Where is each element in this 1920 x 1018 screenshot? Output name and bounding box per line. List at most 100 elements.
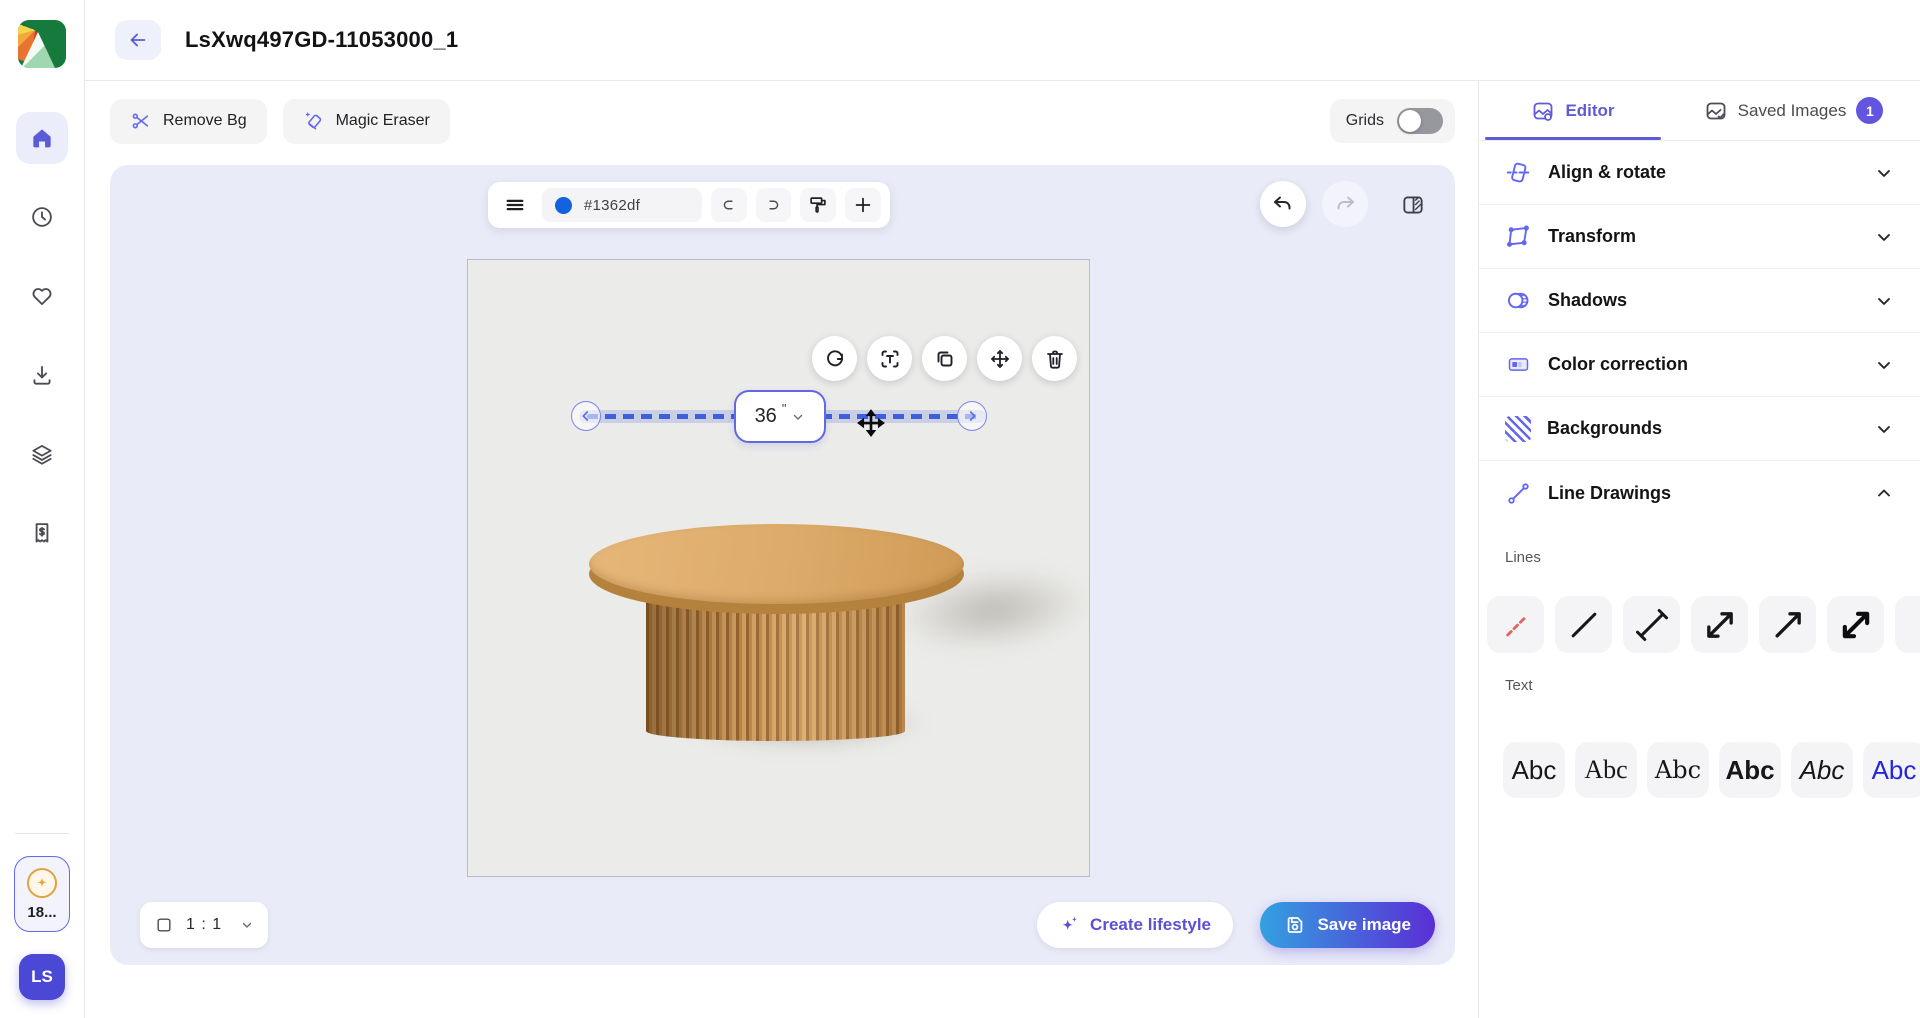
add-button[interactable] — [845, 188, 881, 222]
section-label: Transform — [1548, 226, 1636, 247]
sidebar: 18... LS — [0, 0, 85, 1018]
move-icon — [988, 347, 1012, 371]
measurement-value: 36 — [755, 405, 777, 428]
delete-button[interactable] — [1032, 336, 1077, 381]
tab-saved-images[interactable]: Saved Images 1 — [1667, 81, 1920, 140]
chevron-right-icon — [964, 408, 980, 424]
text-style-sans-medium[interactable]: Abc — [1503, 742, 1565, 798]
undo-button[interactable] — [1260, 181, 1306, 227]
line-style-double-arrow[interactable] — [1691, 596, 1748, 653]
image-edit-icon — [1531, 99, 1555, 123]
sidebar-item-downloads[interactable] — [16, 349, 68, 401]
color-picker-field[interactable]: #1362df — [542, 188, 702, 222]
transform-icon — [1505, 223, 1532, 250]
line-end-cap-button[interactable] — [756, 188, 792, 222]
sidebar-item-history[interactable] — [16, 191, 68, 243]
section-label: Align & rotate — [1548, 162, 1666, 183]
menu-button[interactable] — [497, 188, 533, 222]
chevron-down-icon — [791, 410, 805, 424]
text-style-sans-bold[interactable]: Abc — [1719, 742, 1781, 798]
text-style-sans-blue[interactable]: Abc — [1863, 742, 1920, 798]
text-recognition-button[interactable] — [867, 336, 912, 381]
duplicate-button[interactable] — [922, 336, 967, 381]
create-lifestyle-button[interactable]: Create lifestyle — [1037, 902, 1233, 948]
panel-toggle-button[interactable] — [1394, 186, 1432, 224]
image-canvas[interactable]: 36 " — [467, 259, 1090, 877]
grids-label: Grids — [1346, 112, 1384, 130]
sparkles-icon — [1059, 914, 1081, 936]
app-logo[interactable] — [18, 20, 66, 68]
regenerate-icon — [823, 347, 847, 371]
save-icon — [1284, 914, 1306, 936]
tab-editor-label: Editor — [1565, 101, 1614, 121]
section-color-correction[interactable]: Color correction — [1479, 333, 1920, 397]
text-style-serif[interactable]: Abc — [1575, 742, 1637, 798]
line-style-single-arrow[interactable] — [1759, 596, 1816, 653]
line-style-t-caps[interactable] — [1623, 596, 1680, 653]
regenerate-button[interactable] — [812, 336, 857, 381]
section-shadows[interactable]: Shadows — [1479, 269, 1920, 333]
user-avatar[interactable]: LS — [19, 954, 65, 1000]
content-row: Remove Bg Magic Eraser Grids — [85, 81, 1920, 1018]
chevron-up-icon — [1874, 483, 1894, 503]
section-transform[interactable]: Transform — [1479, 205, 1920, 269]
line-style-plain[interactable] — [1555, 596, 1612, 653]
measurement-handle-right[interactable] — [957, 401, 987, 431]
create-lifestyle-label: Create lifestyle — [1090, 915, 1211, 935]
line-end-cap-icon — [763, 195, 783, 215]
measurement-value-pill[interactable]: 36 " — [734, 390, 826, 443]
sidebar-item-favorites[interactable] — [16, 270, 68, 322]
clock-icon — [29, 204, 55, 230]
credits-badge[interactable]: 18... — [14, 856, 70, 932]
magic-eraser-label: Magic Eraser — [336, 112, 430, 130]
sidebar-item-home[interactable] — [16, 112, 68, 164]
text-style-list: Abc Abc Abc Abc Abc Abc — [1503, 742, 1920, 798]
section-label: Shadows — [1548, 290, 1627, 311]
scissors-icon — [130, 110, 152, 132]
sidebar-divider — [15, 833, 69, 834]
remove-bg-button[interactable]: Remove Bg — [110, 99, 267, 144]
action-row: Remove Bg Magic Eraser Grids — [110, 98, 1455, 144]
redo-icon — [1333, 192, 1357, 216]
text-style-sans-italic[interactable]: Abc — [1791, 742, 1853, 798]
shadows-icon — [1505, 287, 1532, 314]
panel-tabs: Editor Saved Images 1 — [1479, 81, 1920, 141]
save-image-button[interactable]: Save image — [1260, 902, 1435, 948]
redo-button[interactable] — [1322, 181, 1368, 227]
editor-panel: Editor Saved Images 1 Align & — [1478, 81, 1920, 1018]
measurement-handle-left[interactable] — [571, 401, 601, 431]
line-start-cap-icon — [719, 195, 739, 215]
editor-main: Remove Bg Magic Eraser Grids — [85, 81, 1478, 1018]
home-icon — [29, 125, 55, 151]
save-image-label: Save image — [1317, 915, 1411, 935]
magic-eraser-button[interactable]: Magic Eraser — [283, 99, 450, 144]
line-style-clipped[interactable] — [1895, 596, 1920, 653]
copy-icon — [933, 347, 957, 371]
section-line-drawings[interactable]: Line Drawings — [1479, 461, 1920, 525]
layers-icon — [29, 441, 55, 467]
tab-editor[interactable]: Editor — [1479, 81, 1667, 140]
sidebar-item-layers[interactable] — [16, 428, 68, 480]
drawing-toolbar: #1362df — [488, 182, 890, 228]
app-root: 18... LS LsXwq497GD-11053000_1 — [0, 0, 1920, 1018]
line-style-double-arrow-bold[interactable] — [1827, 596, 1884, 653]
grids-toggle[interactable] — [1397, 108, 1443, 134]
undo-icon — [1271, 192, 1295, 216]
line-start-cap-button[interactable] — [711, 188, 747, 222]
text-style-serif-alt[interactable]: Abc — [1647, 742, 1709, 798]
color-swatch — [555, 197, 572, 214]
chevron-left-icon — [578, 408, 594, 424]
line-style-dashed-red[interactable] — [1487, 596, 1544, 653]
back-button[interactable] — [115, 20, 161, 60]
move-button[interactable] — [977, 336, 1022, 381]
line-style-list — [1487, 596, 1920, 653]
section-align-rotate[interactable]: Align & rotate — [1479, 141, 1920, 205]
aspect-ratio-dropdown[interactable]: 1 : 1 — [140, 902, 268, 948]
sidebar-item-billing[interactable] — [16, 507, 68, 559]
chevron-down-icon — [1874, 163, 1894, 183]
section-backgrounds[interactable]: Backgrounds — [1479, 397, 1920, 461]
align-rotate-icon — [1505, 159, 1532, 186]
object-toolbar — [812, 336, 1077, 381]
fill-style-button[interactable] — [800, 188, 836, 222]
saved-images-badge: 1 — [1856, 97, 1883, 124]
